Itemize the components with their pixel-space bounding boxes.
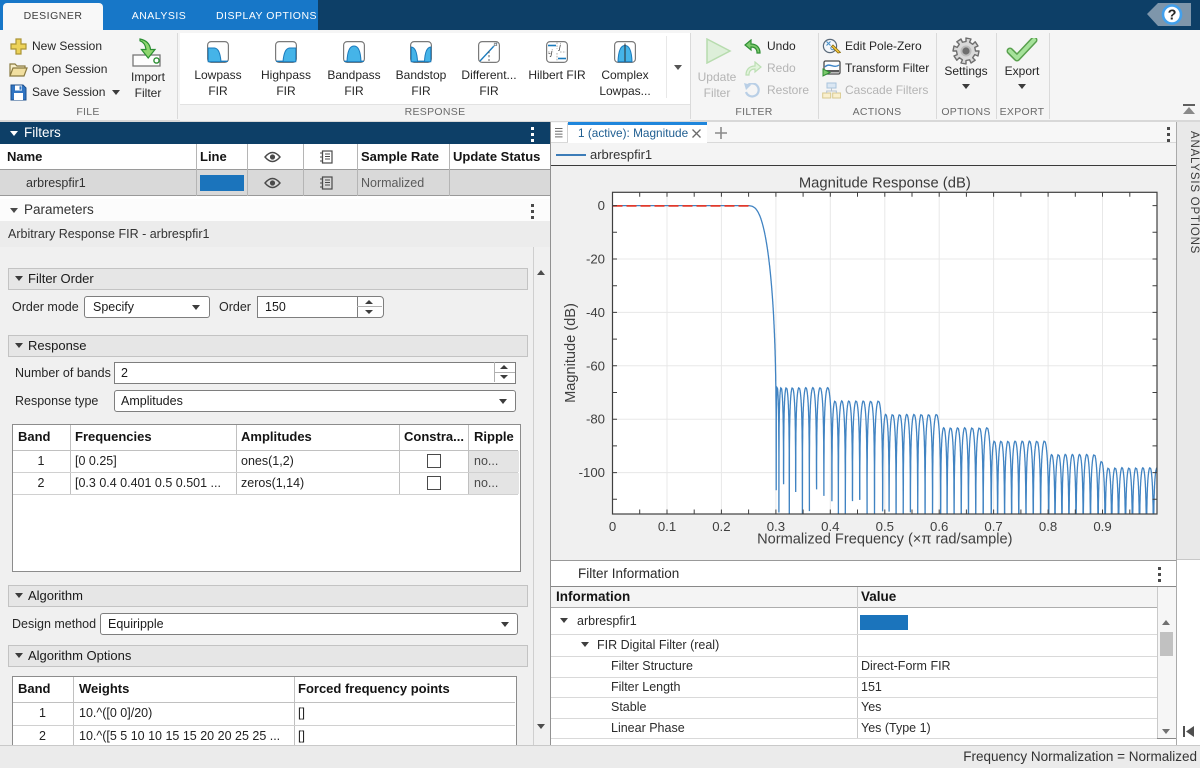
svg-text:-60: -60 (586, 358, 605, 373)
svg-text:j: j (558, 43, 561, 52)
svg-text:Normalized Frequency (×π rad/s: Normalized Frequency (×π rad/sample) (757, 532, 1012, 548)
svg-text:Magnitude Response (dB): Magnitude Response (dB) (799, 176, 971, 192)
svg-text:0: 0 (598, 198, 605, 213)
svg-text:?: ? (1168, 8, 1177, 24)
svg-text:-100: -100 (579, 465, 605, 480)
svg-text:ANALYSIS OPTIONS: ANALYSIS OPTIONS (1188, 131, 1200, 254)
svg-text:Magnitude (dB): Magnitude (dB) (563, 303, 579, 403)
svg-text:0.2: 0.2 (712, 519, 730, 534)
svg-text:-20: -20 (586, 252, 605, 267)
svg-text:-40: -40 (586, 305, 605, 320)
svg-text:0.9: 0.9 (1093, 519, 1111, 534)
svg-text:0: 0 (609, 519, 616, 534)
svg-text:0.8: 0.8 (1039, 519, 1057, 534)
svg-text:-80: -80 (586, 412, 605, 427)
svg-text:-j: -j (548, 49, 553, 58)
svg-text:0.1: 0.1 (658, 519, 676, 534)
